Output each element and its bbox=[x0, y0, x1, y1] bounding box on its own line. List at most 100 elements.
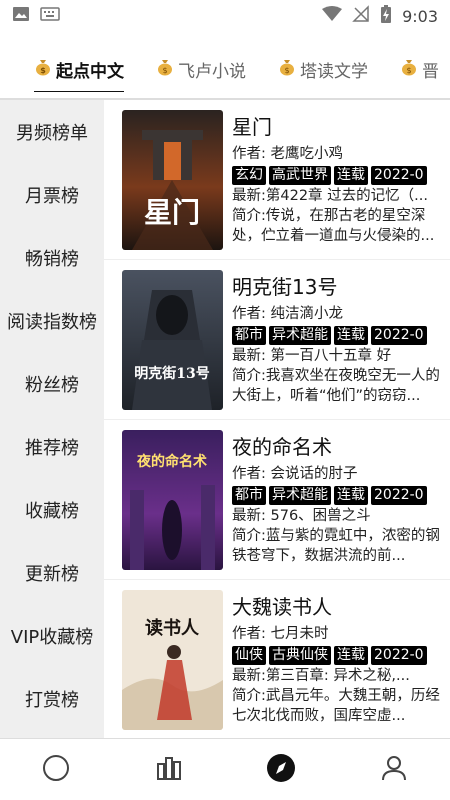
tag-status: 连载 bbox=[334, 165, 368, 185]
tab-feilu[interactable]: $ 飞卢小说 bbox=[140, 49, 262, 89]
status-bar: 9:03 bbox=[0, 0, 450, 32]
sidebar-item-label: 推荐榜 bbox=[25, 437, 79, 459]
money-bag-icon: $ bbox=[34, 58, 52, 81]
tag-genre: 仙侠 bbox=[232, 645, 266, 665]
tag-subgenre: 高武世界 bbox=[269, 165, 331, 185]
tag-date: 2022-0 bbox=[371, 645, 427, 665]
cover-title: 夜的命名术 bbox=[136, 453, 207, 470]
book-cover[interactable]: 读书人 bbox=[122, 590, 223, 730]
nav-bookshelf[interactable] bbox=[139, 745, 199, 795]
sidebar-item-label: VIP收藏榜 bbox=[10, 626, 94, 648]
image-icon bbox=[12, 5, 30, 27]
compass-icon bbox=[266, 753, 296, 787]
source-tabs: $ 起点中文 $ 飞卢小说 $ 塔读文学 $ 晋 bbox=[0, 46, 450, 92]
list-item[interactable]: 读书人 大魏读书人 作者: 七月未时 仙侠 古典仙侠 连载 2022-0 最新:… bbox=[104, 580, 450, 738]
sidebar-item-reading-index[interactable]: 阅读指数榜 bbox=[0, 289, 104, 352]
list-item[interactable]: 星门 星门 作者: 老鹰吃小鸡 玄幻 高武世界 连载 2022-0 最新:第42… bbox=[104, 100, 450, 260]
svg-text:$: $ bbox=[284, 66, 289, 75]
book-title: 星门 bbox=[232, 115, 272, 139]
sidebar-item-label: 阅读指数榜 bbox=[7, 311, 97, 333]
tag-genre: 都市 bbox=[232, 485, 266, 505]
money-bag-icon: $ bbox=[400, 58, 418, 81]
sidebar-item-male-ranking[interactable]: 男频榜单 bbox=[0, 100, 104, 163]
keyboard-icon bbox=[40, 6, 60, 26]
book-tags: 都市 异术超能 连载 2022-0 bbox=[232, 324, 450, 346]
bottom-nav bbox=[0, 738, 450, 800]
tag-genre: 玄幻 bbox=[232, 165, 266, 185]
tab-tadu[interactable]: $ 塔读文学 bbox=[262, 49, 384, 89]
book-latest-chapter: 最新: 第一百八十五章 好 bbox=[232, 348, 392, 364]
book-tags: 仙侠 古典仙侠 连载 2022-0 bbox=[232, 644, 450, 666]
sidebar-item-recommend[interactable]: 推荐榜 bbox=[0, 415, 104, 478]
wifi-icon bbox=[322, 6, 343, 26]
book-list: 星门 星门 作者: 老鹰吃小鸡 玄幻 高武世界 连载 2022-0 最新:第42… bbox=[104, 100, 450, 738]
sidebar-item-label: 男频榜单 bbox=[16, 122, 88, 144]
list-item[interactable]: 明克街13号 明克街13号 作者: 纯洁滴小龙 都市 异术超能 连载 2022-… bbox=[104, 260, 450, 420]
money-bag-icon: $ bbox=[156, 58, 174, 81]
book-intro: 简介:传说，在那古老的星空深处，伫立着一道血与火侵染的... bbox=[232, 208, 435, 244]
book-author: 作者: 老鹰吃小鸡 bbox=[232, 146, 343, 162]
tab-qidian[interactable]: $ 起点中文 bbox=[0, 49, 140, 92]
book-latest-chapter: 最新: 576、困兽之斗 bbox=[232, 508, 371, 524]
tab-label: 塔读文学 bbox=[300, 61, 368, 82]
sidebar-item-label: 更新榜 bbox=[25, 563, 79, 585]
book-intro: 简介:武昌元年。大魏王朝，历经七次北伐而败，国库空虚... bbox=[232, 688, 440, 724]
book-cover[interactable]: 明克街13号 bbox=[122, 270, 223, 410]
bookshelf-icon bbox=[155, 754, 183, 786]
list-item[interactable]: 夜的命名术 夜的命名术 作者: 会说话的肘子 都市 异术超能 连载 2022-0… bbox=[104, 420, 450, 580]
svg-text:$: $ bbox=[406, 66, 411, 75]
cover-title: 明克街13号 bbox=[134, 365, 209, 382]
sidebar-item-label: 打赏榜 bbox=[25, 689, 79, 711]
book-intro: 简介:我喜欢坐在夜晚空无一人的大街上，听着“他们”的窃窃... bbox=[232, 368, 440, 404]
tab-jinjiang[interactable]: $ 晋 bbox=[384, 49, 450, 89]
book-title: 明克街13号 bbox=[232, 275, 338, 299]
book-tags: 都市 异术超能 连载 2022-0 bbox=[232, 484, 450, 506]
sidebar-item-tip[interactable]: 打赏榜 bbox=[0, 667, 104, 730]
tag-subgenre: 异术超能 bbox=[269, 325, 331, 345]
tab-label: 飞卢小说 bbox=[178, 61, 246, 82]
book-title: 大魏读书人 bbox=[232, 595, 332, 619]
tab-label: 起点中文 bbox=[56, 61, 124, 82]
nav-profile[interactable] bbox=[364, 745, 424, 795]
nav-discover[interactable] bbox=[251, 745, 311, 795]
book-cover[interactable]: 星门 bbox=[122, 110, 223, 250]
cover-title: 星门 bbox=[144, 196, 200, 229]
home-circle-icon bbox=[42, 754, 70, 786]
tag-subgenre: 古典仙侠 bbox=[269, 645, 331, 665]
sidebar-item-label: 畅销榜 bbox=[25, 248, 79, 270]
tag-date: 2022-0 bbox=[371, 485, 427, 505]
battery-charging-icon bbox=[380, 4, 392, 28]
sidebar-item-label: 收藏榜 bbox=[25, 500, 79, 522]
status-time: 9:03 bbox=[402, 6, 438, 26]
book-cover[interactable]: 夜的命名术 bbox=[122, 430, 223, 570]
sidebar-item-monthly-ticket[interactable]: 月票榜 bbox=[0, 163, 104, 226]
book-tags: 玄幻 高武世界 连载 2022-0 bbox=[232, 164, 450, 186]
svg-text:$: $ bbox=[162, 66, 167, 75]
book-author: 作者: 会说话的肘子 bbox=[232, 466, 358, 482]
book-title: 夜的命名术 bbox=[232, 435, 332, 459]
tag-subgenre: 异术超能 bbox=[269, 485, 331, 505]
sidebar-item-collection[interactable]: 收藏榜 bbox=[0, 478, 104, 541]
nav-home[interactable] bbox=[26, 745, 86, 795]
cover-title: 读书人 bbox=[145, 617, 200, 639]
tab-label: 晋 bbox=[422, 61, 439, 82]
tag-date: 2022-0 bbox=[371, 325, 427, 345]
book-latest-chapter: 最新:第三百章: 异术之秘,... bbox=[232, 668, 410, 684]
ranking-sidebar: 男频榜单 月票榜 畅销榜 阅读指数榜 粉丝榜 推荐榜 收藏榜 更新榜 VIP收藏… bbox=[0, 100, 104, 738]
book-author: 作者: 七月未时 bbox=[232, 626, 329, 642]
book-latest-chapter: 最新:第422章 过去的记忆（... bbox=[232, 188, 428, 204]
book-intro: 简介:蓝与紫的霓虹中，浓密的钢铁苍穹下，数据洪流的前... bbox=[232, 528, 440, 564]
sidebar-item-update[interactable]: 更新榜 bbox=[0, 541, 104, 604]
sidebar-item-vip-collection[interactable]: VIP收藏榜 bbox=[0, 604, 104, 667]
svg-text:$: $ bbox=[40, 66, 46, 75]
no-signal-icon bbox=[352, 5, 370, 27]
sidebar-item-fans[interactable]: 粉丝榜 bbox=[0, 352, 104, 415]
tag-date: 2022-0 bbox=[371, 165, 427, 185]
book-author: 作者: 纯洁滴小龙 bbox=[232, 306, 343, 322]
sidebar-item-label: 月票榜 bbox=[25, 185, 79, 207]
money-bag-icon: $ bbox=[278, 58, 296, 81]
profile-icon bbox=[380, 754, 408, 786]
sidebar-item-bestseller[interactable]: 畅销榜 bbox=[0, 226, 104, 289]
tag-status: 连载 bbox=[334, 325, 368, 345]
sidebar-item-label: 粉丝榜 bbox=[25, 374, 79, 396]
